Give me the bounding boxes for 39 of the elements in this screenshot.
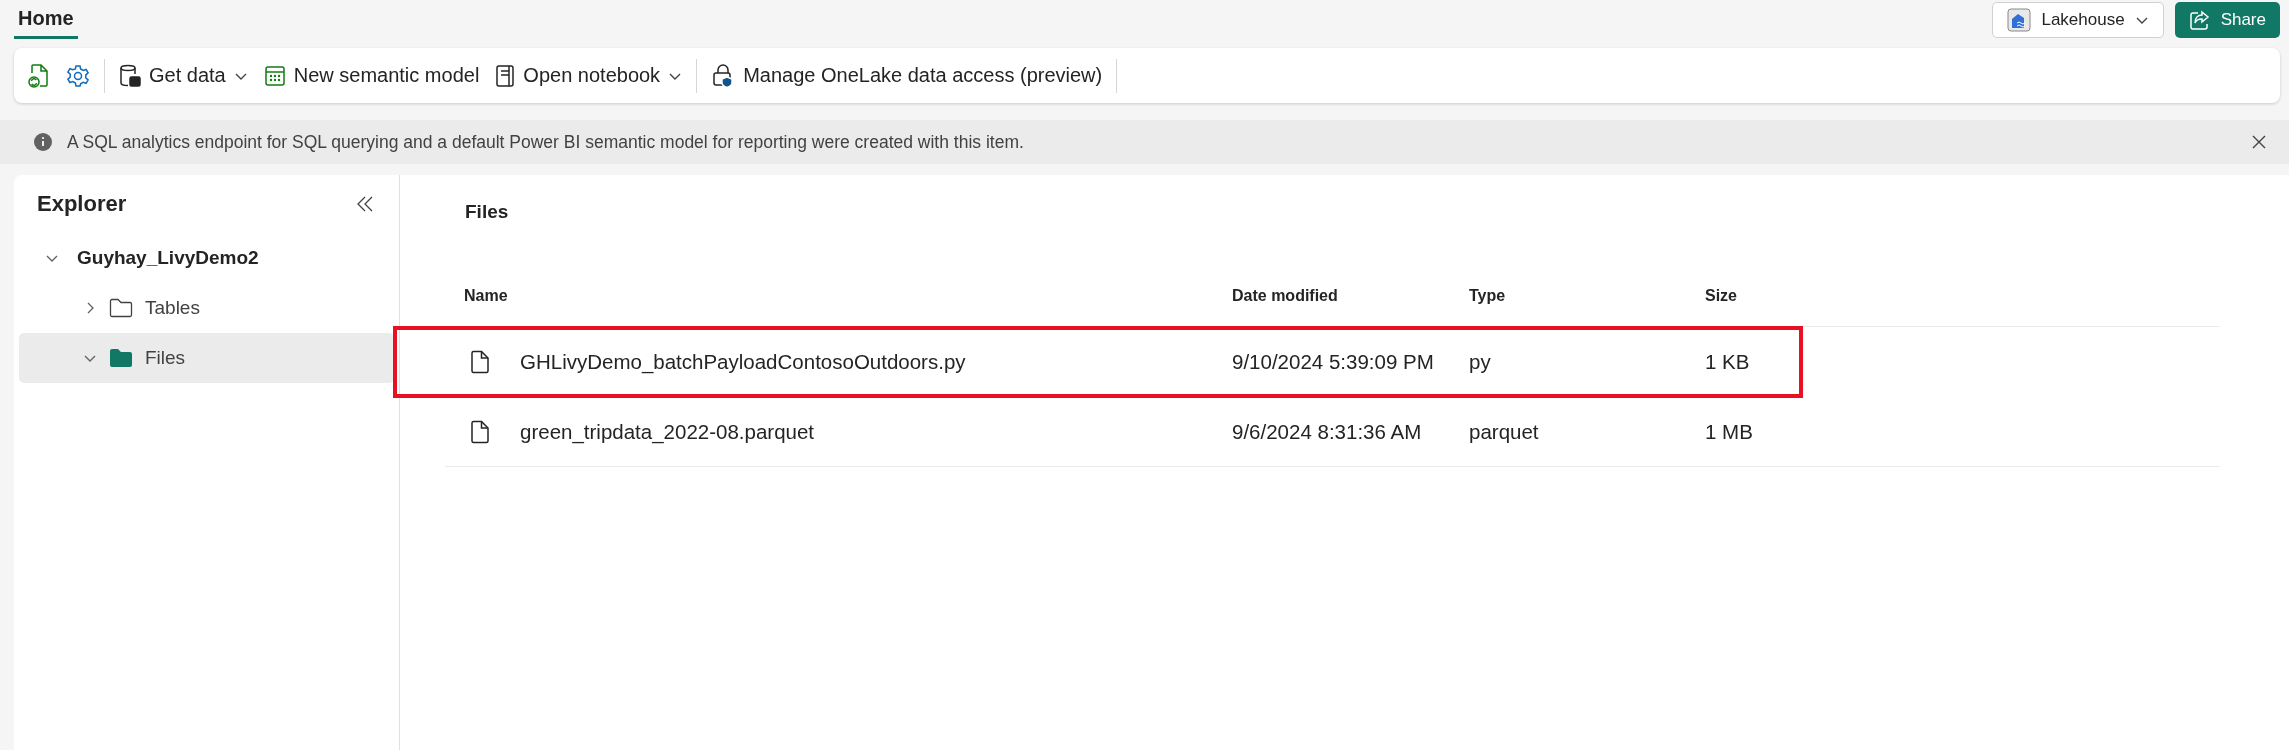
share-button[interactable]: Share bbox=[2174, 2, 2280, 38]
tree-item[interactable]: Files bbox=[19, 333, 394, 383]
toolbar-button[interactable]: Manage OneLake data access (preview) bbox=[705, 54, 1109, 97]
double-chevron-left-icon bbox=[356, 195, 374, 213]
home-tab[interactable]: Home bbox=[14, 3, 78, 39]
file-name: green_tripdata_2022-08.parquet bbox=[520, 419, 815, 444]
column-header[interactable]: Name bbox=[464, 286, 508, 305]
folder-icon bbox=[109, 348, 133, 368]
lakehouse-switcher[interactable]: Lakehouse bbox=[1992, 2, 2164, 38]
database-icon bbox=[119, 63, 141, 88]
refresh-file-icon bbox=[28, 62, 50, 89]
file-name: GHLivyDemo_batchPayloadContosoOutdoors.py bbox=[520, 349, 966, 374]
info-icon bbox=[33, 132, 53, 152]
date-modified: 9/6/2024 8:31:36 AM bbox=[1232, 419, 1422, 444]
date-modified: 9/10/2024 5:39:09 PM bbox=[1232, 349, 1434, 374]
file-type: parquet bbox=[1469, 419, 1539, 444]
lakehouse-icon bbox=[2007, 8, 2032, 32]
file-size: 1 MB bbox=[1705, 419, 1753, 444]
file-icon bbox=[470, 419, 490, 444]
file-type: py bbox=[1469, 349, 1491, 374]
tree-item[interactable]: Guyhay_LivyDemo2 bbox=[19, 233, 394, 283]
file-size: 1 KB bbox=[1705, 349, 1750, 374]
notebook-icon bbox=[495, 63, 516, 88]
column-header[interactable]: Type bbox=[1469, 286, 1506, 305]
share-icon bbox=[2188, 9, 2211, 31]
files-title: Files bbox=[465, 201, 509, 223]
column-header[interactable]: Size bbox=[1705, 286, 1737, 305]
column-header[interactable]: Date modified bbox=[1232, 286, 1338, 305]
close-icon bbox=[2251, 134, 2267, 150]
calendar-grid-icon bbox=[263, 64, 286, 87]
toolbar-button[interactable]: Get data bbox=[113, 54, 254, 97]
toolbar-button[interactable]: New semantic model bbox=[257, 54, 486, 97]
folder-icon bbox=[109, 298, 133, 318]
file-icon bbox=[470, 349, 490, 374]
settings-icon bbox=[66, 63, 90, 88]
tree-item[interactable]: Tables bbox=[19, 283, 394, 333]
explorer-title: Explorer bbox=[37, 191, 127, 217]
info-message: A SQL analytics endpoint for SQL querying and a default Power BI semantic model for reporting were created with this item. bbox=[67, 131, 1025, 153]
toolbar-button[interactable]: Open notebook bbox=[489, 54, 689, 97]
